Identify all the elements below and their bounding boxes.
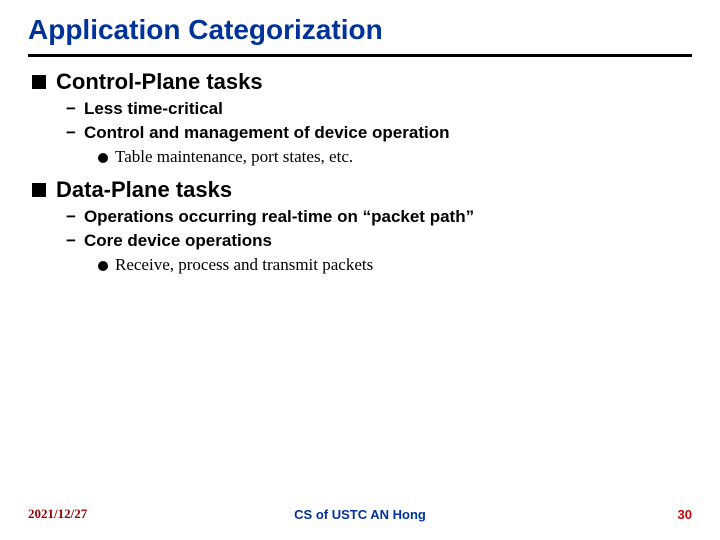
footer-date: 2021/12/27 [28, 506, 87, 522]
disc-bullet-icon [98, 261, 108, 271]
slide: Application Categorization Control-Plane… [0, 0, 720, 540]
list-item-text: Less time-critical [84, 99, 223, 119]
title-rule [28, 54, 692, 57]
section-heading-text: Data-Plane tasks [56, 177, 232, 203]
sub-list-item-text: Receive, process and transmit packets [115, 255, 373, 275]
list-item: − Operations occurring real-time on “pac… [66, 207, 692, 227]
list-item: − Less time-critical [66, 99, 692, 119]
footer-page-number: 30 [678, 507, 692, 522]
section-heading: Data-Plane tasks [32, 177, 692, 203]
list-item-text: Operations occurring real-time on “packe… [84, 207, 474, 227]
dash-bullet-icon: − [66, 99, 76, 119]
dash-bullet-icon: − [66, 207, 76, 227]
sub-list-item: Table maintenance, port states, etc. [98, 147, 692, 167]
slide-title: Application Categorization [28, 14, 692, 46]
square-bullet-icon [32, 183, 46, 197]
square-bullet-icon [32, 75, 46, 89]
list-item: − Control and management of device opera… [66, 123, 692, 143]
list-item-text: Core device operations [84, 231, 272, 251]
list-item-text: Control and management of device operati… [84, 123, 450, 143]
disc-bullet-icon [98, 153, 108, 163]
dash-bullet-icon: − [66, 123, 76, 143]
footer: 2021/12/27 CS of USTC AN Hong 30 [0, 506, 720, 522]
section-heading-text: Control-Plane tasks [56, 69, 263, 95]
section-heading: Control-Plane tasks [32, 69, 692, 95]
list-item: − Core device operations [66, 231, 692, 251]
dash-bullet-icon: − [66, 231, 76, 251]
sub-list-item: Receive, process and transmit packets [98, 255, 692, 275]
footer-center: CS of USTC AN Hong [294, 507, 426, 522]
sub-list-item-text: Table maintenance, port states, etc. [115, 147, 353, 167]
